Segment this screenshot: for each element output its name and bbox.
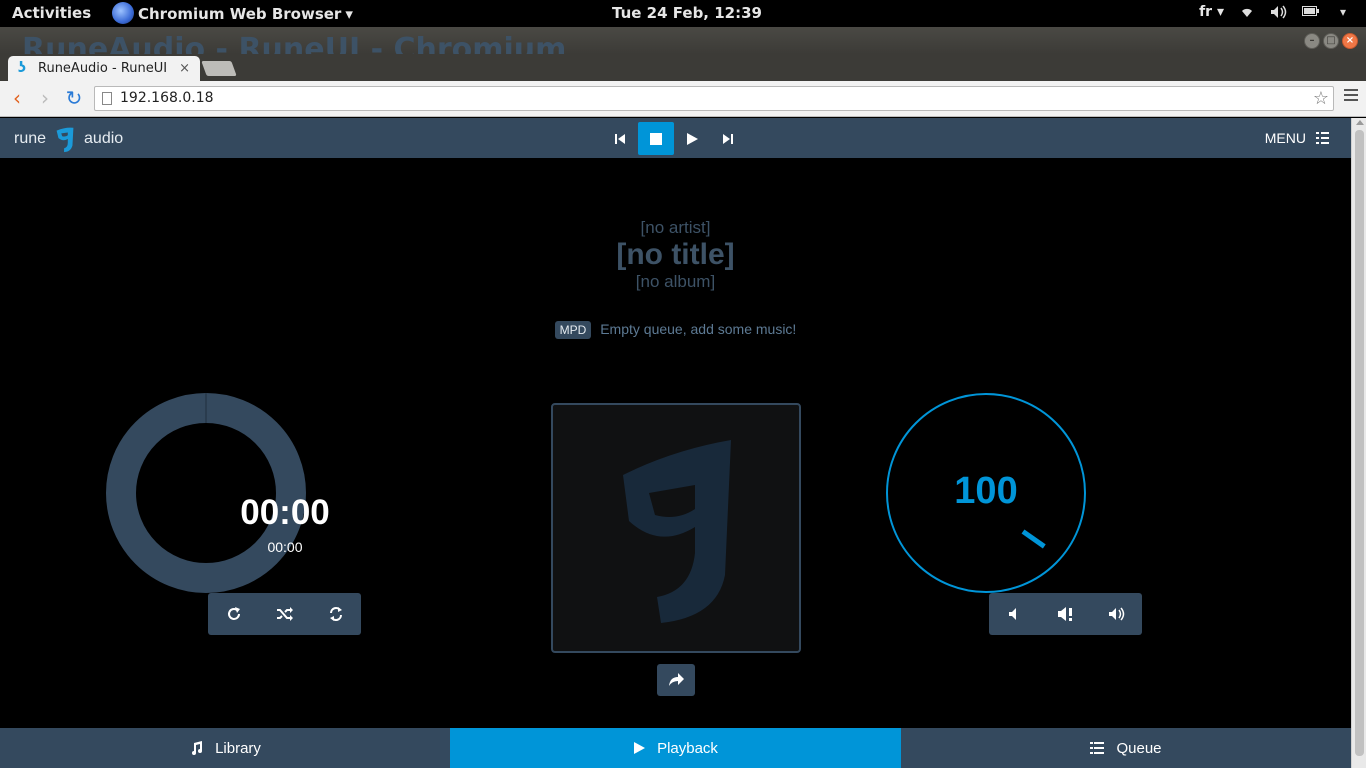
mpd-badge: MPD: [554, 321, 592, 339]
shuffle-icon: [276, 607, 293, 621]
rune-logo-watermark-icon: [623, 440, 731, 623]
chrome-menu-icon[interactable]: [1344, 89, 1358, 105]
track-title: [no title]: [616, 238, 735, 271]
volume-down-button[interactable]: [989, 593, 1040, 635]
volume-value: 100: [954, 470, 1018, 512]
tab-strip: ʖ RuneAudio - RuneUI ×: [0, 54, 1366, 81]
maximize-icon[interactable]: □: [1323, 33, 1339, 49]
forward-button[interactable]: ›: [34, 87, 56, 109]
time-knob-marker: [205, 393, 207, 423]
volume-down-icon: [1008, 608, 1016, 620]
single-button[interactable]: [310, 593, 361, 635]
url-text: 192.168.0.18: [120, 90, 214, 106]
volume-up-button[interactable]: [1091, 593, 1142, 635]
tab-runeaudio[interactable]: ʖ RuneAudio - RuneUI ×: [8, 56, 200, 81]
bottom-nav: Library Playback Queue: [0, 728, 1351, 768]
music-icon: [192, 741, 203, 755]
scrollbar-thumb[interactable]: [1355, 130, 1364, 756]
tab-playback[interactable]: Playback: [450, 728, 901, 768]
new-tab-button[interactable]: [201, 61, 237, 76]
tab-close-icon[interactable]: ×: [179, 61, 190, 76]
cover-art: [551, 403, 801, 653]
play-icon: [634, 742, 646, 754]
reload-button[interactable]: ↻: [63, 87, 85, 109]
volume-mute-icon: [1057, 607, 1072, 621]
address-bar[interactable]: 192.168.0.18 ☆: [94, 86, 1334, 111]
rune-logo[interactable]: rune audio: [14, 125, 123, 153]
power-menu-icon[interactable]: ▾: [1334, 5, 1352, 19]
activities-button[interactable]: Activities: [12, 4, 91, 22]
page-icon: [102, 92, 112, 105]
menu-button[interactable]: MENU: [1265, 130, 1329, 146]
step-forward-icon: [723, 133, 733, 144]
chromium-icon: [112, 2, 134, 24]
tab-library-label: Library: [215, 739, 261, 757]
track-album: [no album]: [635, 272, 716, 291]
scroll-up-icon[interactable]: [1356, 120, 1364, 125]
menu-label: MENU: [1264, 130, 1306, 146]
clock[interactable]: Tue 24 Feb, 12:39: [612, 4, 762, 22]
tab-queue-label: Queue: [1116, 739, 1162, 757]
volume-controls: [989, 593, 1142, 635]
random-button[interactable]: [259, 593, 310, 635]
transport-controls: [602, 122, 746, 155]
volume-mute-button[interactable]: [1040, 593, 1091, 635]
status-message: Empty queue, add some music!: [600, 321, 797, 337]
previous-button[interactable]: [602, 122, 638, 155]
favicon-icon: ʖ: [18, 60, 27, 76]
volume-up-icon: [1108, 607, 1124, 621]
rune-logo-icon: [56, 127, 74, 153]
track-info: [no artist] [no title] [no album]: [0, 218, 1351, 292]
repeat-icon: [227, 607, 240, 620]
stop-button[interactable]: [638, 122, 674, 155]
tab-label: RuneAudio - RuneUI: [38, 61, 168, 76]
volume-icon[interactable]: [1270, 5, 1288, 19]
browser-toolbar: ‹ › ↻ 192.168.0.18 ☆: [0, 81, 1366, 117]
bookmark-star-icon[interactable]: ☆: [1313, 87, 1329, 110]
repeat-button[interactable]: [208, 593, 259, 635]
chevron-down-icon: ▾: [1216, 4, 1224, 20]
rune-page: rune audio MENU [no artist] [no title] […: [0, 118, 1351, 768]
window-controls: – □ ×: [1304, 33, 1358, 49]
play-button[interactable]: [674, 122, 710, 155]
keyboard-layout[interactable]: fr ▾: [1199, 4, 1224, 20]
play-icon: [687, 132, 698, 145]
list-icon: [1090, 742, 1105, 754]
tab-library[interactable]: Library: [0, 728, 450, 768]
tab-playback-label: Playback: [657, 739, 718, 757]
total-time: 00:00: [267, 539, 303, 555]
wifi-icon[interactable]: [1238, 5, 1256, 19]
status-line: MPD Empty queue, add some music!: [0, 321, 1351, 339]
app-menu-label: Chromium Web Browser: [138, 5, 342, 23]
list-icon: [1316, 132, 1329, 144]
refresh-icon: [329, 607, 342, 621]
back-button[interactable]: ‹: [6, 87, 28, 109]
app-menu[interactable]: Chromium Web Browser ▾: [112, 2, 353, 24]
track-artist: [no artist]: [640, 218, 711, 237]
rune-header: rune audio MENU: [0, 118, 1351, 158]
minimize-icon[interactable]: –: [1304, 33, 1320, 49]
elapsed-time: 00:00: [240, 493, 330, 532]
tab-queue[interactable]: Queue: [901, 728, 1351, 768]
window-titlebar: RuneAudio - RuneUI - Chromium – □ ×: [0, 27, 1366, 67]
share-icon: [669, 673, 684, 686]
gnome-top-bar: Activities Chromium Web Browser ▾ Tue 24…: [0, 0, 1366, 27]
share-button[interactable]: [657, 664, 695, 696]
close-icon[interactable]: ×: [1342, 33, 1358, 49]
battery-icon[interactable]: [1302, 5, 1320, 19]
stop-icon: [650, 132, 662, 145]
step-backward-icon: [615, 133, 625, 144]
system-tray[interactable]: fr ▾ ▾: [1199, 4, 1352, 20]
next-button[interactable]: [710, 122, 746, 155]
playback-options: [208, 593, 361, 635]
chevron-down-icon: ▾: [345, 5, 353, 23]
page-scrollbar[interactable]: [1351, 118, 1366, 768]
